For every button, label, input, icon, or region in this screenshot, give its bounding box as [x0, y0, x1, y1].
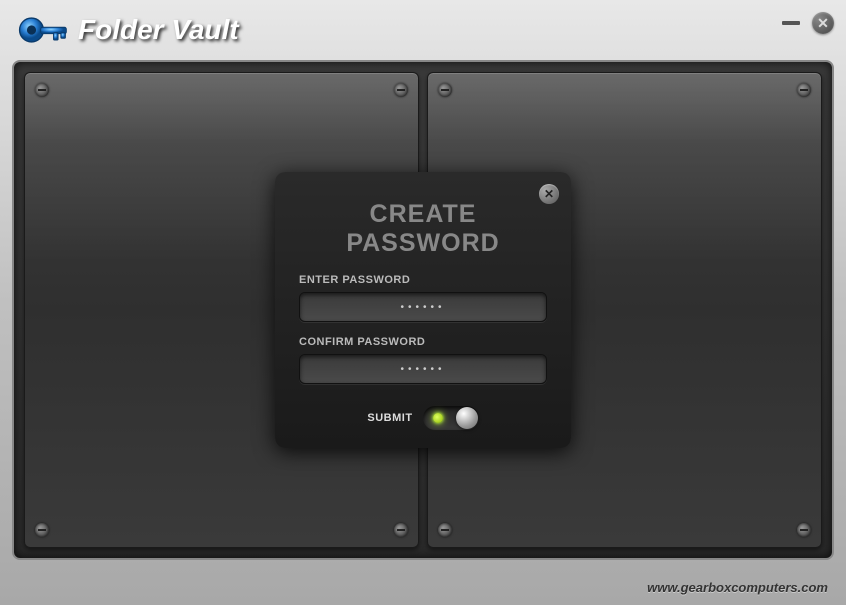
screw-icon — [394, 83, 408, 97]
enter-password-input[interactable] — [299, 292, 547, 322]
create-password-dialog: ✕ CREATE PASSWORD ENTER PASSWORD CONFIRM… — [275, 172, 571, 448]
window-controls: ✕ — [782, 12, 834, 34]
dialog-title: CREATE PASSWORD — [299, 200, 547, 258]
confirm-password-input[interactable] — [299, 354, 547, 384]
screw-icon — [35, 523, 49, 537]
toggle-knob-icon — [456, 407, 478, 429]
screw-icon — [438, 83, 452, 97]
screw-icon — [35, 83, 49, 97]
title-bar: Folder Vault ✕ — [0, 0, 846, 60]
app-title: Folder Vault — [78, 14, 239, 46]
footer-url: www.gearboxcomputers.com — [647, 580, 828, 595]
minimize-button[interactable] — [782, 21, 800, 25]
toggle-led-icon — [433, 413, 443, 423]
confirm-password-label: CONFIRM PASSWORD — [299, 336, 547, 348]
screw-icon — [438, 523, 452, 537]
app-logo: Folder Vault — [15, 10, 239, 50]
submit-label: SUBMIT — [367, 412, 412, 424]
enter-password-label: ENTER PASSWORD — [299, 274, 547, 286]
screw-icon — [797, 523, 811, 537]
submit-toggle[interactable] — [423, 406, 479, 430]
dialog-close-button[interactable]: ✕ — [539, 184, 559, 204]
submit-row: SUBMIT — [299, 406, 547, 430]
key-icon — [15, 10, 70, 50]
screw-icon — [797, 83, 811, 97]
window-close-button[interactable]: ✕ — [812, 12, 834, 34]
screw-icon — [394, 523, 408, 537]
